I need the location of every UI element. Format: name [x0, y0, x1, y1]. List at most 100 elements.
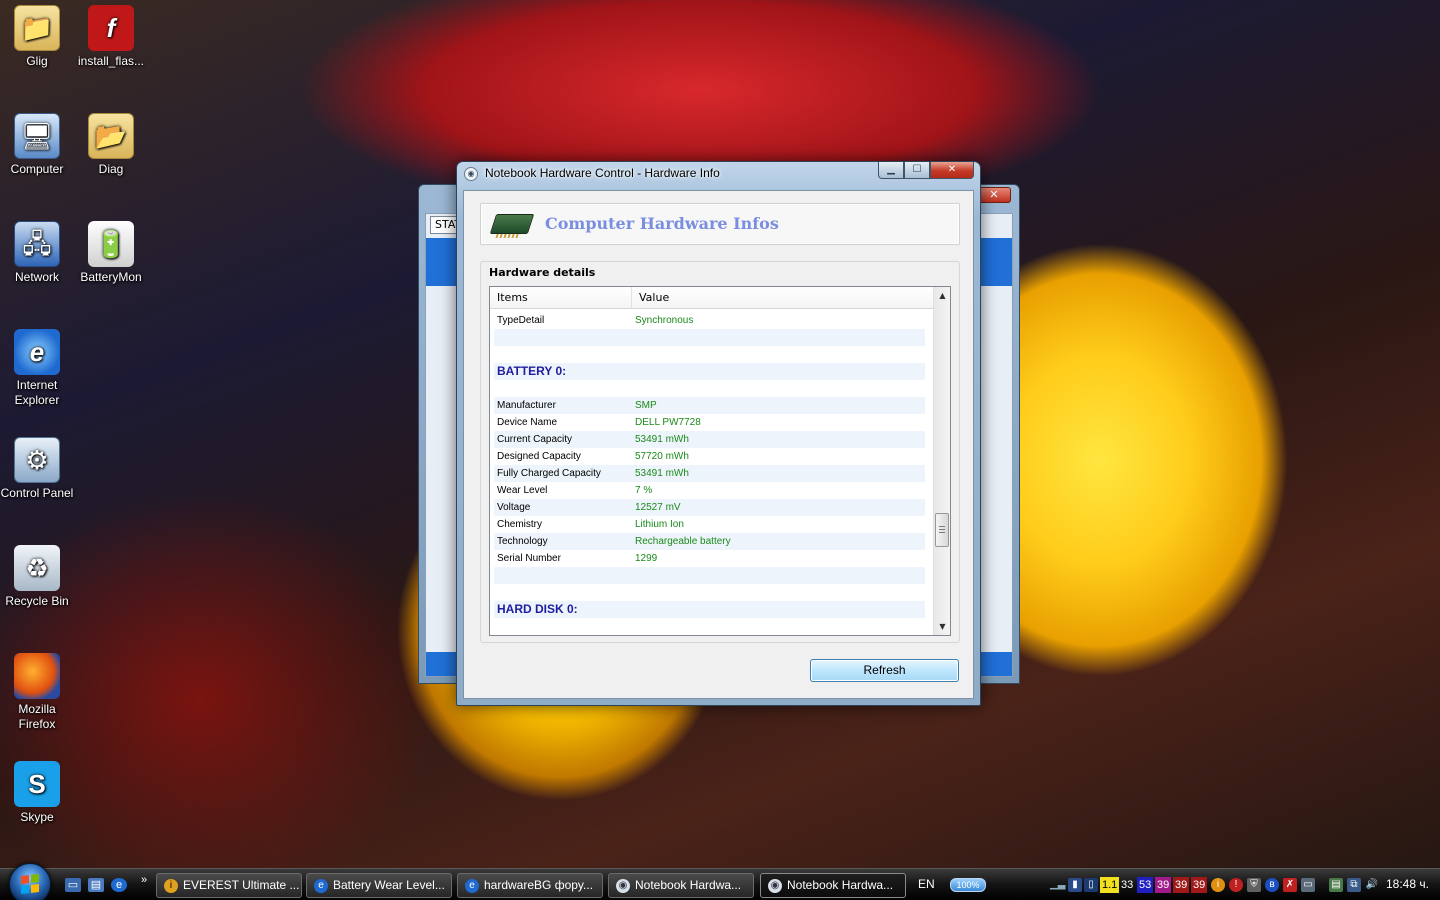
scroll-up-icon[interactable]: ▲ [934, 287, 950, 304]
tray-value[interactable]: 33 [1119, 877, 1135, 893]
volume-icon[interactable]: 🔊 [1365, 878, 1379, 892]
monitor-icon[interactable]: ▭ [1301, 878, 1315, 892]
desktop-icon-glig[interactable]: 📁 Glig [0, 5, 74, 69]
table-row[interactable]: Manufacturer SMP [494, 397, 925, 414]
section-row-hard-disk[interactable]: HARD DISK 0: [494, 601, 925, 618]
table-row[interactable]: Designed Capacity 57720 mWh [494, 448, 925, 465]
maximize-button[interactable]: ☐ [904, 162, 930, 179]
desktop-icon-network[interactable]: 🖧 Network [0, 221, 74, 285]
table-row[interactable]: Current Capacity 53491 mWh [494, 431, 925, 448]
close-icon[interactable]: ✕ [977, 187, 1011, 203]
item-cell [494, 346, 635, 363]
desktop-icon-control-panel[interactable]: ⚙ Control Panel [0, 437, 74, 501]
desktop-icon-computer[interactable]: 🖥 Computer [0, 113, 74, 177]
safely-remove-icon[interactable]: ▤ [1329, 878, 1343, 892]
table-row[interactable]: TypeDetail Synchronous [494, 312, 925, 329]
value-cell: 53491 mWh [635, 468, 689, 479]
desktop-icon-label: install_flas... [77, 54, 145, 68]
scroll-down-icon[interactable]: ▼ [934, 618, 950, 635]
desktop-icon-internet-explorer[interactable]: e Internet Explorer [0, 329, 74, 408]
signal-icon[interactable]: ▁▃ [1050, 878, 1065, 892]
value-cell [635, 584, 925, 601]
ie-quicklaunch-icon[interactable]: e [111, 878, 127, 892]
desktop-icon-install-flash[interactable]: f install_flas... [74, 5, 148, 69]
warning-icon[interactable]: ! [1229, 878, 1243, 892]
taskbar-button-everest[interactable]: i EVEREST Ultimate ... [156, 873, 302, 898]
list-header: Items Value [490, 287, 934, 309]
folder-icon: 📂 [88, 113, 134, 159]
value-cell: Lithium Ion [635, 519, 684, 530]
computer-icon: 🖥 [14, 113, 60, 159]
desktop-icon-recycle-bin[interactable]: ♻ Recycle Bin [0, 545, 74, 609]
control-panel-icon: ⚙ [14, 437, 60, 483]
value-cell: SMP [635, 400, 657, 411]
item-cell [494, 380, 635, 397]
value-cell [635, 346, 925, 363]
table-row[interactable] [494, 346, 925, 363]
table-row[interactable]: Voltage 12527 mV [494, 499, 925, 516]
desktop-icon-skype[interactable]: S Skype [0, 761, 74, 825]
battery-tray-icon[interactable]: 100% [950, 878, 986, 892]
window-controls: ▁ ☐ ✕ [878, 162, 974, 179]
vertical-scrollbar[interactable]: ▲ ▼ [933, 287, 950, 635]
tray-value[interactable]: 53 [1137, 877, 1154, 893]
item-cell: Current Capacity [497, 434, 573, 445]
section-label: BATTERY 0: [497, 364, 567, 378]
section-row-battery[interactable]: BATTERY 0: [494, 363, 925, 380]
shield-icon[interactable]: ⛨ [1247, 878, 1261, 892]
taskbar-button-notebook-hardware-2[interactable]: ◉ Notebook Hardwa... [760, 873, 906, 898]
network-tray-icon[interactable]: ⧉ [1347, 878, 1361, 892]
table-row[interactable]: Serial Number 1299 [494, 550, 925, 567]
table-row[interactable] [494, 584, 925, 601]
ie-icon: e [465, 879, 479, 893]
tray-value[interactable]: 39 [1191, 877, 1208, 893]
everest-icon: i [164, 879, 178, 893]
language-indicator[interactable]: EN [918, 877, 935, 891]
refresh-button[interactable]: Refresh [810, 659, 959, 682]
value-cell: 57720 mWh [635, 451, 689, 462]
tray-value[interactable]: 39 [1155, 877, 1172, 893]
table-row[interactable] [494, 567, 925, 584]
start-button[interactable] [9, 863, 51, 900]
value-cell: 1299 [635, 553, 658, 564]
switch-windows-icon[interactable]: ▤ [88, 878, 104, 892]
taskbar-button-battery-wear[interactable]: e Battery Wear Level... [306, 873, 452, 898]
scroll-thumb[interactable] [935, 513, 949, 547]
desktop-icon-batterymon[interactable]: 🔋 BatteryMon [74, 221, 148, 285]
internet-explorer-icon: e [14, 329, 60, 375]
table-row[interactable]: Wear Level 7 % [494, 482, 925, 499]
item-cell: Device Name [497, 417, 558, 428]
ie-icon: e [314, 879, 328, 893]
list-rows: TypeDetail Synchronous BATTERY 0: Manufac… [494, 312, 925, 618]
table-row[interactable]: Chemistry Lithium Ion [494, 516, 925, 533]
bluetooth-icon[interactable]: ʙ [1265, 878, 1279, 892]
table-row[interactable] [494, 329, 925, 346]
close-button[interactable]: ✕ [930, 162, 974, 179]
show-desktop-icon[interactable]: ▭ [65, 878, 81, 892]
desktop-icon-firefox[interactable]: Mozilla Firefox [0, 653, 74, 732]
value-cell: 7 % [635, 485, 653, 496]
column-header-value[interactable]: Value [632, 287, 934, 309]
table-row[interactable]: Fully Charged Capacity 53491 mWh [494, 465, 925, 482]
cpu-meter-icon[interactable]: ▮ [1068, 878, 1082, 892]
minimize-button[interactable]: ▁ [878, 162, 904, 179]
taskbar-button-hardwarebg[interactable]: e hardwareBG форy... [457, 873, 603, 898]
info-icon[interactable]: i [1211, 878, 1225, 892]
table-row[interactable]: Device Name DELL PW7728 [494, 414, 925, 431]
speed-meter-icon[interactable]: ▯ [1084, 878, 1098, 892]
windows-logo-icon [21, 874, 39, 894]
table-row[interactable] [494, 380, 925, 397]
desktop-icon-diag[interactable]: 📂 Diag [74, 113, 148, 177]
taskbar-button-notebook-hardware-1[interactable]: ◉ Notebook Hardwa... [608, 873, 754, 898]
title-bar[interactable]: ◉ Notebook Hardware Control - Hardware I… [457, 162, 980, 186]
clock[interactable]: 18:48 ч. [1386, 877, 1429, 891]
hardware-details-list[interactable]: Items Value TypeDetail Synchronous BATTER… [489, 286, 951, 636]
tray-value[interactable]: 39 [1173, 877, 1190, 893]
column-header-items[interactable]: Items [490, 287, 632, 309]
value-cell [635, 567, 925, 584]
tray-value[interactable]: 1.1 [1100, 877, 1120, 893]
item-cell: Voltage [497, 502, 531, 513]
chevron-right-icon[interactable]: » [136, 873, 152, 887]
table-row[interactable]: Technology Rechargeable battery [494, 533, 925, 550]
security-alert-icon[interactable]: ✗ [1283, 878, 1297, 892]
